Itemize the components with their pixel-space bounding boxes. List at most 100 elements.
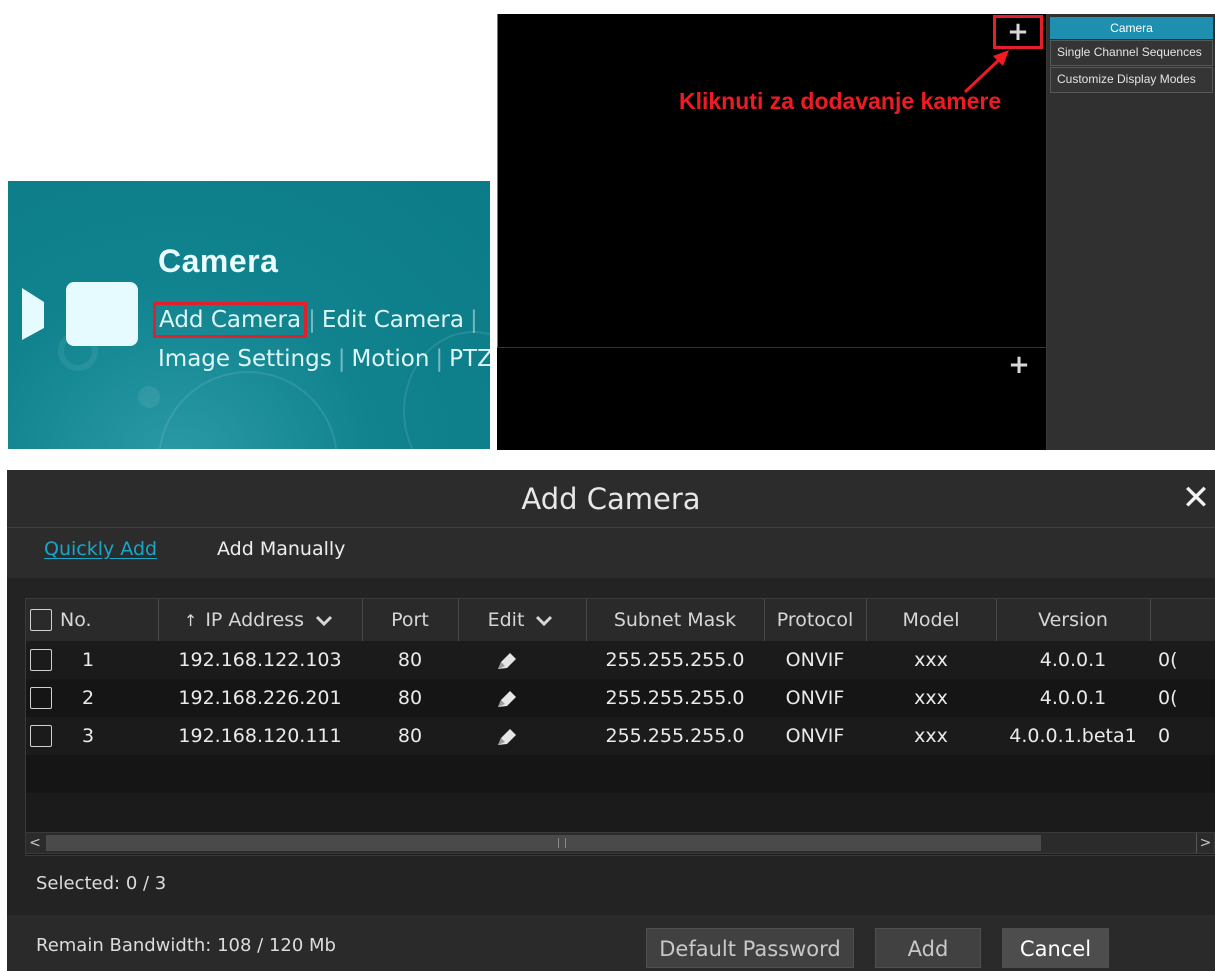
column-edit[interactable]: Edit [458, 599, 587, 641]
cancel-button[interactable]: Cancel [1002, 928, 1109, 968]
scroll-right-button[interactable]: > [1196, 833, 1214, 853]
row-extra: 0 [1150, 717, 1215, 755]
horizontal-scrollbar[interactable]: < > [25, 832, 1215, 854]
column-model: Model [866, 599, 997, 641]
decorative-swirl [158, 371, 338, 449]
row-extra: 0( [1150, 641, 1215, 679]
scrollbar-thumb[interactable] [46, 835, 1041, 851]
column-protocol: Protocol [764, 599, 867, 641]
camera-table: No. ↑ IP Address Port Edit Subnet Mask Pr… [25, 598, 1215, 856]
empty-row [26, 793, 1215, 831]
row-number: 2 [82, 687, 95, 709]
edit-camera-link[interactable]: Edit Camera [322, 307, 464, 333]
motion-link[interactable]: Motion [351, 346, 429, 372]
row-subnet-mask: 255.255.255.0 [586, 717, 764, 755]
link-separator: | [308, 307, 316, 333]
column-ip-address[interactable]: ↑ IP Address [158, 599, 363, 641]
row-edit-cell [458, 679, 586, 717]
decorative-dot [138, 386, 160, 408]
link-separator: | [435, 346, 444, 372]
row-port: 80 [362, 717, 458, 755]
camera-menu-title: Camera [158, 243, 279, 279]
row-protocol: ONVIF [764, 717, 866, 755]
row-version: 4.0.0.1.beta1 [996, 717, 1150, 755]
row-select-cell: 3 [26, 717, 158, 755]
row-version: 4.0.0.1 [996, 641, 1150, 679]
row-select-cell: 2 [26, 679, 158, 717]
row-model: xxx [866, 679, 996, 717]
row-model: xxx [866, 717, 996, 755]
row-ip-address: 192.168.120.111 [158, 717, 362, 755]
row-subnet-mask: 255.255.255.0 [586, 641, 764, 679]
side-menu-camera[interactable]: Camera [1050, 17, 1213, 39]
row-protocol: ONVIF [764, 679, 866, 717]
dialog-tabs: Quickly Add Add Manually [7, 528, 1215, 578]
dialog-header: Add Camera ✕ [7, 470, 1215, 528]
add-camera-dialog: Add Camera ✕ Quickly Add Add Manually No… [7, 470, 1215, 971]
selected-window-border [497, 14, 498, 347]
empty-cell [26, 755, 1215, 793]
image-settings-link[interactable]: Image Settings [158, 346, 332, 372]
column-subnet-mask: Subnet Mask [586, 599, 765, 641]
add-camera-plus-button-2[interactable]: + [1004, 348, 1034, 382]
column-no-label: No. [60, 609, 92, 631]
camera-links-row1: Add Camera | Edit Camera | [152, 302, 484, 338]
edit-pencil-icon[interactable] [496, 649, 518, 671]
dialog-title: Add Camera [521, 482, 701, 516]
tab-add-manually[interactable]: Add Manually [217, 538, 345, 560]
row-number: 3 [82, 725, 95, 747]
annotation-text: Kliknuti za dodavanje kamere [679, 88, 1002, 114]
column-extra [1150, 599, 1215, 641]
row-extra: 0( [1150, 679, 1215, 717]
sort-ascending-icon: ↑ [183, 610, 198, 630]
live-view-side-menu: Camera Single Channel Sequences Customiz… [1046, 14, 1215, 450]
column-no: No. [26, 599, 159, 641]
side-menu-customize-display-modes[interactable]: Customize Display Modes [1050, 67, 1213, 93]
row-checkbox[interactable] [30, 725, 52, 747]
chevron-down-icon[interactable] [532, 610, 556, 630]
column-port: Port [362, 599, 459, 641]
add-camera-link[interactable]: Add Camera [152, 302, 308, 338]
row-protocol: ONVIF [764, 641, 866, 679]
video-camera-icon [22, 282, 138, 346]
tab-quickly-add[interactable]: Quickly Add [44, 538, 157, 560]
row-edit-cell [458, 641, 586, 679]
window-divider [497, 347, 1046, 348]
column-edit-label: Edit [487, 609, 525, 631]
link-separator: | [337, 346, 346, 372]
select-all-checkbox[interactable] [30, 609, 52, 631]
side-menu-single-channel-sequences[interactable]: Single Channel Sequences [1050, 40, 1213, 66]
row-checkbox[interactable] [30, 687, 52, 709]
row-number: 1 [82, 649, 95, 671]
ptz-link[interactable]: PTZ [449, 346, 490, 372]
empty-row [26, 755, 1215, 793]
add-button[interactable]: Add [875, 928, 981, 968]
table-row[interactable]: 1 192.168.122.103 80 255.255.255.0 ONVIF xxx 4… [26, 641, 1215, 679]
row-checkbox[interactable] [30, 649, 52, 671]
edit-pencil-icon[interactable] [496, 725, 518, 747]
table-row[interactable]: 3 192.168.120.111 80 255.255.255.0 ONVIF xxx 4… [26, 717, 1215, 755]
live-view-screen: + Kliknuti za dodavanje kamere + Camera … [497, 14, 1215, 450]
camera-menu-panel: Camera Add Camera | Edit Camera | Image Set… [8, 181, 490, 449]
edit-pencil-icon[interactable] [496, 687, 518, 709]
column-version: Version [996, 599, 1151, 641]
scrollbar-grip [558, 838, 566, 848]
row-version: 4.0.0.1 [996, 679, 1150, 717]
row-subnet-mask: 255.255.255.0 [586, 679, 764, 717]
default-password-button[interactable]: Default Password [646, 928, 854, 968]
row-select-cell: 1 [26, 641, 158, 679]
row-edit-cell [458, 717, 586, 755]
row-port: 80 [362, 641, 458, 679]
close-icon[interactable]: ✕ [1179, 481, 1213, 516]
column-ip-label: IP Address [205, 609, 305, 631]
chevron-down-icon[interactable] [312, 610, 336, 630]
table-row[interactable]: 2 192.168.226.201 80 255.255.255.0 ONVIF xxx 4… [26, 679, 1215, 717]
add-camera-plus-button[interactable]: + [993, 15, 1043, 49]
row-model: xxx [866, 641, 996, 679]
camera-links-row2: Image Settings | Motion | PTZ [158, 346, 490, 372]
row-ip-address: 192.168.226.201 [158, 679, 362, 717]
scroll-left-button[interactable]: < [26, 833, 44, 853]
remain-bandwidth: Remain Bandwidth: 108 / 120 Mb [36, 935, 336, 956]
link-separator: | [469, 307, 478, 333]
dialog-footer: Remain Bandwidth: 108 / 120 Mb Default P… [7, 915, 1215, 971]
